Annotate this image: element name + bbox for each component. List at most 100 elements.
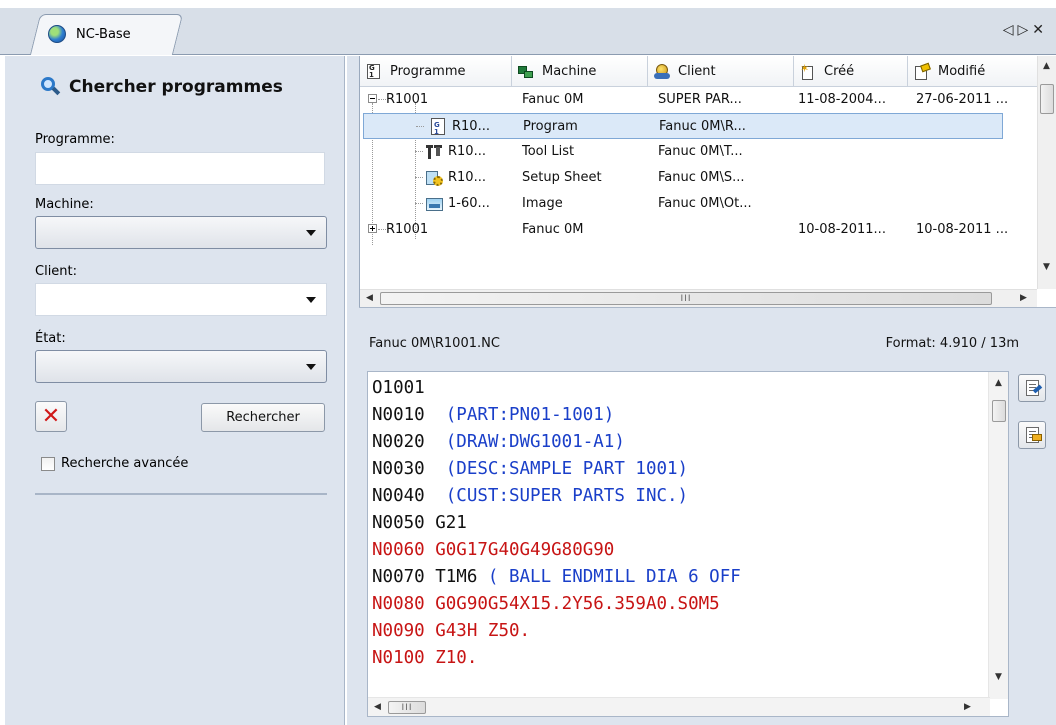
code-line: N0030 (DESC:SAMPLE PART 1001) xyxy=(372,456,741,483)
code-line: N0070 T1M6 ( BALL ENDMILL DIA 6 OFF xyxy=(372,564,741,591)
expand-icon[interactable] xyxy=(368,224,377,233)
code-text: G0G90G54X15.2Y56.359A0.S0M5 xyxy=(424,594,720,614)
column-client[interactable]: Client xyxy=(648,56,794,87)
search-button[interactable]: Rechercher xyxy=(201,403,325,432)
tree-guide-line xyxy=(415,177,423,178)
collapse-icon[interactable] xyxy=(368,94,377,103)
line-number: N0060 xyxy=(372,540,425,560)
line-number: N0050 xyxy=(372,513,425,533)
code-lines: O1001 N0010 (PART:PN01-1001) N0020 (DRAW:D… xyxy=(372,375,741,672)
cell-client: Fanuc 0M\S... xyxy=(658,170,745,185)
editor-vertical-scrollbar[interactable]: ▲ ▼ xyxy=(988,372,1008,699)
scroll-right-icon[interactable]: ▶ xyxy=(964,702,971,712)
code-line: N0050 G21 xyxy=(372,510,741,537)
cell-modified: 27-06-2011 ... xyxy=(916,92,1009,107)
nc-code-editor[interactable]: O1001 N0010 (PART:PN01-1001) N0020 (DRAW:D… xyxy=(367,371,1009,717)
window-top-edge xyxy=(0,0,1056,8)
list-vertical-scrollbar[interactable]: ▲ ▼ xyxy=(1037,56,1056,289)
cell-created: 10-08-2011... xyxy=(798,222,886,237)
line-number: N0100 xyxy=(372,648,425,668)
client-label: Client: xyxy=(35,264,78,279)
program-input[interactable] xyxy=(35,152,325,185)
tree-guide-line xyxy=(378,99,386,100)
column-machine[interactable]: Machine xyxy=(512,56,648,87)
machine-label: Machine: xyxy=(35,197,94,212)
column-modified[interactable]: Modifié xyxy=(908,56,1037,87)
arrow-icon xyxy=(1032,434,1042,441)
tab-navigation: ◁ ▷ ✕ xyxy=(1003,22,1044,38)
code-text: Z10. xyxy=(424,648,478,668)
advanced-search-option[interactable]: Recherche avancée xyxy=(41,456,188,471)
code-line: N0020 (DRAW:DWG1001-A1) xyxy=(372,429,741,456)
scrollbar-thumb[interactable]: III xyxy=(380,292,992,305)
code-comment: ( BALL ENDMILL DIA 6 OFF xyxy=(477,567,741,587)
cell-modified: 10-08-2011 ... xyxy=(916,222,1009,237)
program-rows: R1001 Fanuc 0M SUPER PAR... 11-08-2004..… xyxy=(360,87,1037,277)
search-panel-header: Chercher programmes xyxy=(41,77,283,97)
scroll-left-icon[interactable]: ◀ xyxy=(374,702,381,712)
export-document-button[interactable] xyxy=(1018,421,1046,449)
client-icon xyxy=(654,63,670,80)
cell-programme: R10... xyxy=(452,119,490,134)
scroll-left-icon[interactable]: ◁ xyxy=(1003,22,1014,38)
cell-created: 11-08-2004... xyxy=(798,92,886,107)
table-row[interactable]: R1001 Fanuc 0M SUPER PAR... 11-08-2004..… xyxy=(360,87,1037,113)
tool-list-icon xyxy=(426,143,444,161)
scroll-right-icon[interactable]: ▶ xyxy=(1020,293,1027,303)
horizontal-splitter[interactable] xyxy=(359,307,1056,327)
document-tab-content[interactable]: NC-Base xyxy=(48,19,178,49)
cell-programme: R10... xyxy=(448,144,486,159)
panel-divider xyxy=(35,493,327,495)
format-label: Format: 4.910 / 13m xyxy=(885,336,1019,351)
cell-machine: Image xyxy=(522,196,563,211)
editor-horizontal-scrollbar[interactable]: ◀ III ▶ xyxy=(368,697,990,716)
column-label: Créé xyxy=(824,64,855,79)
code-comment: (DRAW:DWG1001-A1) xyxy=(424,432,625,452)
scroll-down-icon[interactable]: ▼ xyxy=(995,672,1002,682)
table-row[interactable]: R1001 Fanuc 0M 10-08-2011... 10-08-2011 … xyxy=(360,217,1037,243)
scroll-up-icon[interactable]: ▲ xyxy=(995,378,1002,388)
cell-programme: R1001 xyxy=(386,92,429,107)
scrollbar-thumb[interactable] xyxy=(992,400,1006,422)
cell-programme: R10... xyxy=(448,170,486,185)
column-label: Client xyxy=(678,64,716,79)
column-programme[interactable]: G1 Programme xyxy=(360,56,512,87)
clear-search-button[interactable]: ✕ xyxy=(35,401,67,432)
code-text: G0G17G40G49G80G90 xyxy=(424,540,615,560)
machine-dropdown[interactable] xyxy=(35,216,327,249)
advanced-search-checkbox[interactable] xyxy=(41,456,55,471)
scroll-up-icon[interactable]: ▲ xyxy=(1043,61,1050,71)
vertical-splitter[interactable] xyxy=(347,56,359,725)
line-number: N0030 xyxy=(372,459,425,479)
cell-client: Fanuc 0M\T... xyxy=(658,144,743,159)
magnifier-icon xyxy=(41,77,61,97)
modified-document-icon xyxy=(914,62,931,80)
globe-icon xyxy=(48,25,66,43)
scrollbar-thumb[interactable] xyxy=(1040,84,1054,114)
table-row[interactable]: R10... Tool List Fanuc 0M\T... xyxy=(360,139,1037,165)
column-created[interactable]: ✶ Créé xyxy=(794,56,908,87)
scroll-right-icon[interactable]: ▷ xyxy=(1017,22,1028,38)
code-line: N0090 G43H Z50. xyxy=(372,618,741,645)
table-row[interactable]: 1-60... Image Fanuc 0M\Ot... xyxy=(360,191,1037,217)
client-dropdown[interactable] xyxy=(35,283,327,316)
tree-guide-line xyxy=(415,151,423,152)
chevron-down-icon xyxy=(306,364,316,370)
cell-programme: R1001 xyxy=(386,222,429,237)
cell-machine: Tool List xyxy=(522,144,575,159)
state-dropdown[interactable] xyxy=(35,350,327,383)
table-row[interactable]: G1 R10... Program Fanuc 0M\R... xyxy=(363,113,1003,139)
edit-document-button[interactable] xyxy=(1018,374,1046,402)
program-tree-list: G1 Programme Machine Client ✶ Créé Modif… xyxy=(359,56,1056,307)
scroll-down-icon[interactable]: ▼ xyxy=(1043,262,1050,272)
g1-program-icon: G1 xyxy=(366,63,382,80)
code-text: G21 xyxy=(424,513,467,533)
line-number: N0010 xyxy=(372,405,425,425)
table-row[interactable]: R10... Setup Sheet Fanuc 0M\S... xyxy=(360,165,1037,191)
setup-sheet-icon xyxy=(426,169,444,187)
list-horizontal-scrollbar[interactable]: ◀ III ▶ xyxy=(360,289,1037,307)
scroll-left-icon[interactable]: ◀ xyxy=(366,293,373,303)
close-icon[interactable]: ✕ xyxy=(1032,22,1044,38)
search-panel: Chercher programmes Programme: Machine: … xyxy=(5,56,345,725)
scrollbar-thumb[interactable]: III xyxy=(388,701,426,714)
